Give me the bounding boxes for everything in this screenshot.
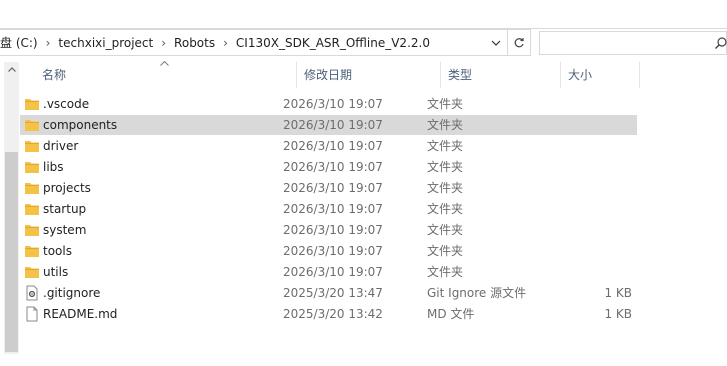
file-row[interactable]: components 2026/3/10 19:07 文件夹: [20, 115, 637, 135]
file-size: 1 KB: [604, 307, 632, 321]
file-size: [565, 94, 632, 114]
file-name: system: [43, 223, 87, 237]
file-name: .vscode: [43, 97, 90, 111]
folder-icon: [24, 117, 40, 133]
file-row[interactable]: startup 2026/3/10 19:07 文件夹: [20, 199, 637, 219]
scroll-up-button[interactable]: [4, 62, 19, 77]
breadcrumb-separator[interactable]: ›: [219, 36, 232, 50]
column-header-type[interactable]: 类型: [446, 62, 560, 88]
file-type: 文件夹: [427, 97, 464, 111]
file-date: 2026/3/10 19:07: [283, 223, 383, 237]
file-name: .gitignore: [43, 286, 101, 300]
file-name: utils: [43, 265, 69, 279]
file-row[interactable]: .gitignore 2025/3/20 13:47 Git Ignore 源文件 1…: [20, 283, 637, 303]
file-row[interactable]: utils 2026/3/10 19:07 文件夹: [20, 262, 637, 282]
file-date: 2026/3/10 19:07: [283, 202, 383, 216]
refresh-button[interactable]: [507, 30, 530, 55]
file-type: MD 文件: [427, 307, 475, 321]
file-type: 文件夹: [427, 139, 464, 153]
file-size: [565, 178, 632, 198]
file-size: [565, 241, 632, 261]
file-date: 2026/3/10 19:07: [283, 118, 383, 132]
gear-file-icon: [24, 285, 40, 301]
file-name: tools: [43, 244, 72, 258]
vertical-scrollbar[interactable]: [4, 62, 19, 354]
file-size: [565, 115, 632, 135]
file-type: 文件夹: [427, 202, 464, 216]
file-row[interactable]: libs 2026/3/10 19:07 文件夹: [20, 157, 637, 177]
column-divider[interactable]: [440, 62, 441, 88]
file-type: 文件夹: [427, 118, 464, 132]
folder-icon: [24, 243, 40, 259]
address-bar[interactable]: 盘 (C:) › techxixi_project › Robots › CI1…: [0, 29, 531, 56]
file-date: 2025/3/20 13:47: [283, 286, 383, 300]
file-type: 文件夹: [427, 223, 464, 237]
address-dropdown-button[interactable]: [486, 30, 506, 55]
file-name: libs: [43, 160, 64, 174]
file-date: 2025/3/20 13:42: [283, 307, 383, 321]
breadcrumb-drive[interactable]: 盘 (C:): [0, 34, 42, 51]
folder-icon: [24, 180, 40, 196]
file-type: 文件夹: [427, 181, 464, 195]
breadcrumb-current-folder[interactable]: CI130X_SDK_ASR_Offline_V2.2.0: [232, 36, 434, 50]
folder-icon: [24, 201, 40, 217]
folder-icon: [24, 138, 40, 154]
file-size: [565, 262, 632, 282]
file-date: 2026/3/10 19:07: [283, 139, 383, 153]
scrollbar-thumb[interactable]: [5, 152, 18, 352]
file-size: 1 KB: [604, 286, 632, 300]
file-size: [565, 157, 632, 177]
file-type: 文件夹: [427, 160, 464, 174]
file-size: [565, 220, 632, 240]
sort-ascending-icon: [160, 59, 169, 69]
breadcrumb-separator[interactable]: ›: [42, 36, 55, 50]
breadcrumb: 盘 (C:) › techxixi_project › Robots › CI1…: [0, 30, 434, 55]
file-row[interactable]: .vscode 2026/3/10 19:07 文件夹: [20, 94, 637, 114]
file-name: startup: [43, 202, 87, 216]
column-divider[interactable]: [560, 62, 561, 88]
folder-icon: [24, 222, 40, 238]
document-icon: [24, 306, 40, 322]
file-date: 2026/3/10 19:07: [283, 244, 383, 258]
file-name: components: [43, 118, 118, 132]
folder-icon: [24, 264, 40, 280]
column-header-date[interactable]: 修改日期: [302, 62, 440, 88]
file-date: 2026/3/10 19:07: [283, 265, 383, 279]
file-row[interactable]: tools 2026/3/10 19:07 文件夹: [20, 241, 637, 261]
file-name: driver: [43, 139, 79, 153]
file-date: 2026/3/10 19:07: [283, 97, 383, 111]
file-name: README.md: [43, 307, 118, 321]
breadcrumb-techxixi-project[interactable]: techxixi_project: [54, 36, 157, 50]
search-icon: [715, 37, 727, 49]
breadcrumb-robots[interactable]: Robots: [170, 36, 219, 50]
file-type: Git Ignore 源文件: [427, 286, 527, 300]
chevron-down-icon: [491, 40, 501, 46]
folder-icon: [24, 159, 40, 175]
breadcrumb-separator[interactable]: ›: [157, 36, 170, 50]
file-row[interactable]: projects 2026/3/10 19:07 文件夹: [20, 178, 637, 198]
search-input[interactable]: [539, 31, 727, 55]
file-row[interactable]: driver 2026/3/10 19:07 文件夹: [20, 136, 637, 156]
file-row[interactable]: system 2026/3/10 19:07 文件夹: [20, 220, 637, 240]
file-date: 2026/3/10 19:07: [283, 160, 383, 174]
refresh-icon: [514, 37, 524, 47]
file-size: [565, 136, 632, 156]
ribbon-strip: [0, 0, 727, 29]
chevron-up-icon: [7, 67, 16, 72]
file-type: 文件夹: [427, 265, 464, 279]
file-size: [565, 199, 632, 219]
file-row[interactable]: README.md 2025/3/20 13:42 MD 文件 1 KB: [20, 304, 637, 324]
column-header-size[interactable]: 大小: [566, 62, 638, 88]
file-type: 文件夹: [427, 244, 464, 258]
file-name: projects: [43, 181, 91, 195]
column-divider[interactable]: [639, 62, 640, 88]
column-headers: 名称 修改日期 类型 大小: [20, 59, 727, 88]
column-divider[interactable]: [296, 62, 297, 88]
folder-icon: [24, 96, 40, 112]
file-date: 2026/3/10 19:07: [283, 181, 383, 195]
